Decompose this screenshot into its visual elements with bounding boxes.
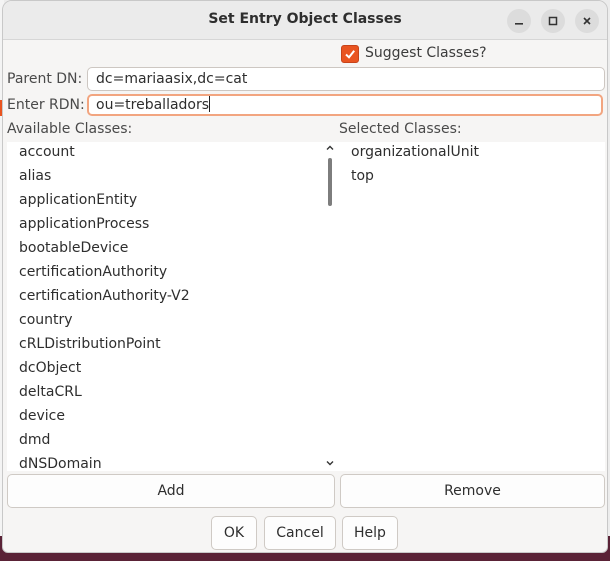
close-icon — [583, 17, 591, 25]
rdn-label: Enter RDN: — [7, 97, 85, 113]
list-item[interactable]: cRLDistributionPoint — [19, 336, 161, 352]
list-item[interactable]: alias — [19, 168, 51, 184]
minimize-button[interactable] — [507, 9, 531, 33]
cancel-button[interactable]: Cancel — [264, 516, 336, 550]
list-item[interactable]: deltaCRL — [19, 384, 82, 400]
list-item[interactable]: certificationAuthority — [19, 264, 167, 280]
checkmark-icon — [345, 50, 355, 59]
parent-dn-field[interactable]: dc=mariaasix,dc=cat — [87, 67, 605, 91]
object-classes-dialog: Set Entry Object Classes Suggest Classes… — [2, 0, 608, 553]
list-item[interactable]: top — [351, 168, 374, 184]
rdn-value: ou=treballadors — [96, 97, 210, 113]
available-list-scrollbar[interactable] — [323, 142, 337, 471]
minimize-icon — [515, 23, 523, 25]
suggest-classes-checkbox[interactable] — [341, 45, 359, 63]
list-item[interactable]: applicationEntity — [19, 192, 137, 208]
list-item[interactable]: account — [19, 144, 75, 160]
help-button[interactable]: Help — [342, 516, 398, 550]
parent-dn-label: Parent DN: — [7, 71, 83, 87]
selected-classes-list[interactable]: organizationalUnit top — [339, 142, 605, 471]
rdn-input[interactable]: ou=treballadors — [87, 94, 603, 116]
available-classes-label: Available Classes: — [7, 121, 133, 137]
ok-button[interactable]: OK — [211, 516, 257, 550]
list-item[interactable]: dmd — [19, 432, 50, 448]
list-item[interactable]: dcObject — [19, 360, 81, 376]
parent-dn-value: dc=mariaasix,dc=cat — [96, 71, 248, 87]
list-item[interactable]: organizationalUnit — [351, 144, 479, 160]
chevron-down-icon[interactable] — [326, 459, 334, 467]
add-button[interactable]: Add — [7, 474, 335, 508]
maximize-button[interactable] — [541, 9, 565, 33]
list-item[interactable]: applicationProcess — [19, 216, 149, 232]
selected-classes-label: Selected Classes: — [339, 121, 462, 137]
available-classes-list[interactable]: account alias applicationEntity applicat… — [7, 142, 339, 472]
titlebar[interactable]: Set Entry Object Classes — [3, 1, 607, 40]
remove-button[interactable]: Remove — [340, 474, 605, 508]
text-caret — [209, 96, 211, 112]
suggest-classes-label: Suggest Classes? — [365, 45, 487, 61]
chevron-up-icon[interactable] — [326, 144, 334, 152]
list-item[interactable]: dNSDomain — [19, 456, 102, 472]
scroll-thumb[interactable] — [328, 158, 332, 206]
list-item[interactable]: certificationAuthority-V2 — [19, 288, 190, 304]
maximize-icon — [548, 16, 558, 26]
close-button[interactable] — [575, 9, 599, 33]
list-item[interactable]: bootableDevice — [19, 240, 128, 256]
list-item[interactable]: country — [19, 312, 73, 328]
list-item[interactable]: device — [19, 408, 65, 424]
